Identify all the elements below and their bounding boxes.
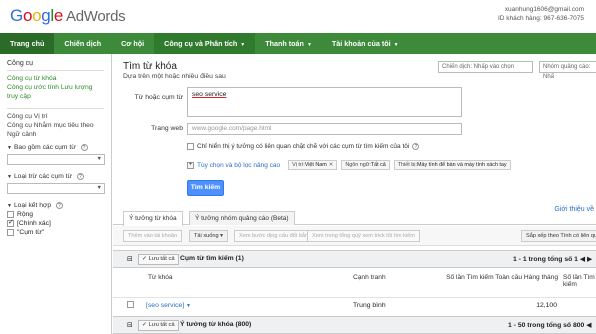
page-subtitle: Dựa trên một hoặc nhiều điều sau <box>123 73 226 80</box>
match-type-phrase[interactable]: "Cụm từ" <box>7 229 104 236</box>
tab-billing[interactable]: Thanh toán ▼ <box>255 33 322 54</box>
page-title: Tìm từ khóa <box>123 61 177 72</box>
row-checkbox[interactable] <box>127 301 137 310</box>
divider <box>7 108 104 109</box>
column-local-searches[interactable]: Số lần Tìm kiếm <box>563 274 596 288</box>
keyword-label: Từ hoặc cụm từ <box>134 94 183 101</box>
results-tabbar: Ý tưởng từ khóa Ý tưởng nhóm quảng cáo (… <box>113 211 596 226</box>
column-competition[interactable]: Cạnh tranh <box>353 274 386 281</box>
match-type-filter[interactable]: ▼ Loại kết hợp ? <box>7 202 104 209</box>
chevron-right-icon[interactable]: ▶ <box>587 256 592 263</box>
account-info: xuanhung1606@gmail.com ID khách hàng: 96… <box>498 5 584 23</box>
tab-home[interactable]: Trang chủ <box>0 33 55 54</box>
competition-value: Trung bình <box>353 302 386 309</box>
download-button[interactable]: Tải xuống ▾ <box>189 230 228 242</box>
advanced-options-row: + Tùy chọn và bộ lọc nâng cao Vị trí:Việ… <box>187 160 515 170</box>
keyword-input[interactable]: seo service <box>187 87 462 117</box>
exclude-terms-filter[interactable]: ▼ Loại trừ các cụm từ ? <box>7 173 104 180</box>
website-input[interactable]: www.google.com/page.html <box>187 123 462 135</box>
collapse-icon[interactable]: ⊟ <box>127 255 133 263</box>
column-global-searches[interactable]: Số lần Tìm kiếm Toàn cầu Hàng tháng <box>443 274 558 281</box>
sidebar-item-contextual-targeting[interactable]: Công cụ Nhắm mục tiêu theo Ngữ cảnh <box>7 121 104 139</box>
expand-plus-icon[interactable]: + <box>187 161 194 169</box>
tab-keyword-ideas[interactable]: Ý tưởng từ khóa <box>123 211 183 226</box>
chevron-down-icon: ▼ <box>96 185 102 191</box>
chevron-left-icon[interactable]: ◀ <box>580 256 585 263</box>
triangle-down-icon: ▼ <box>7 145 12 151</box>
left-sidebar: Công cụ Công cụ từ khóa Công cụ ước tính… <box>0 54 112 334</box>
search-terms-group-header: ⊟ ✓ Lưu tất cả Cụm từ tìm kiếm (1) 1 - 1… <box>113 250 596 268</box>
include-terms-select[interactable]: ▼ <box>7 154 105 165</box>
chevron-left-icon[interactable]: ◀ <box>586 322 591 329</box>
table-column-header: Từ khóa Cạnh tranh Số lần Tìm kiếm Toàn … <box>113 272 596 298</box>
close-icon[interactable]: ✕ <box>329 162 334 168</box>
global-searches-value: 12,100 <box>536 302 557 309</box>
pagination-range: 1 - 50 trong tổng số 800 ◀ <box>508 322 592 329</box>
exclude-terms-select[interactable]: ▼ <box>7 183 105 194</box>
collapse-icon[interactable]: ⊟ <box>127 321 133 329</box>
checkmark-icon: ✓ <box>142 322 147 328</box>
sidebar-item-keyword-tool[interactable]: Công cụ từ khóa <box>7 74 104 83</box>
checkmark-icon: ✓ <box>142 256 147 262</box>
main-nav: Trang chủ Chiến dịch Cơ hội Công cụ và P… <box>0 33 596 54</box>
column-keyword[interactable]: Từ khóa <box>148 274 173 281</box>
help-icon[interactable]: ? <box>76 173 84 180</box>
account-email[interactable]: xuanhung1606@gmail.com <box>498 5 584 14</box>
device-chip[interactable]: Thiết bị:Máy tính để bàn và máy tính xác… <box>393 160 511 170</box>
checkbox[interactable] <box>7 229 14 236</box>
closely-related-option[interactable]: Chỉ hiển thị ý tưởng có liên quan chặt c… <box>187 143 420 150</box>
location-chip[interactable]: Vị trí:Việt Nam ✕ <box>288 160 338 170</box>
sidebar-item-traffic-estimator[interactable]: Công cụ ước tính Lưu lượng truy cập <box>7 83 104 101</box>
view-search-button[interactable]: Xem trong tổng quỹ xem trick tôi tìm kiế… <box>307 230 420 242</box>
chevron-down-icon: ▼ <box>186 303 191 309</box>
campaign-select[interactable]: Chiến dịch: Nhấp vào chọn <box>438 61 533 73</box>
tools-title: Công cụ <box>7 60 34 67</box>
match-type-exact[interactable]: [Chính xác] <box>7 218 104 227</box>
add-to-account-button[interactable]: Thêm vào tài khoản <box>123 230 183 242</box>
checkbox[interactable] <box>7 211 14 218</box>
help-icon[interactable]: ? <box>55 202 63 209</box>
sort-select[interactable]: Sắp xếp theo Tính có liên quan <box>521 230 596 242</box>
google-adwords-logo[interactable]: Google AdWords <box>10 6 126 26</box>
divider <box>7 70 104 71</box>
keyword-ideas-group-header: ⊟ ✓ Lưu tất cả Ý tưởng từ khóa (800) 1 -… <box>113 316 596 334</box>
triangle-down-icon: ▼ <box>7 174 12 180</box>
top-header: Google AdWords xuanhung1606@gmail.com ID … <box>0 0 596 32</box>
match-type-broad[interactable]: Rộng <box>7 211 104 218</box>
table-row: [seo service] ▼ Trung bình 12,100 <box>113 297 596 313</box>
edit-ad-button[interactable]: Xem bước dịng cấu đổi bắn <box>234 230 313 242</box>
save-all-button[interactable]: ✓ Lưu tất cả <box>138 254 179 265</box>
checkbox[interactable] <box>187 143 194 150</box>
chevron-down-icon: ▼ <box>393 42 399 48</box>
main-content: Tìm từ khóa Dựa trên một hoặc nhiều điều… <box>113 54 596 334</box>
pagination-range: 1 - 1 trong tổng số 1 ◀ ▶ <box>513 256 593 263</box>
help-icon[interactable]: ? <box>412 143 420 150</box>
website-label: Trang web <box>151 125 183 132</box>
help-icon[interactable]: ? <box>80 144 88 151</box>
tab-my-account[interactable]: Tài khoản của tôi ▼ <box>322 33 409 54</box>
chevron-down-icon: ▼ <box>96 156 102 162</box>
triangle-down-icon: ▼ <box>7 203 12 209</box>
group-title: Ý tưởng từ khóa (800) <box>180 321 252 328</box>
customer-id: ID khách hàng: 967-636-7075 <box>497 15 584 22</box>
chevron-down-icon: ▼ <box>306 42 312 48</box>
tab-opportunities[interactable]: Cơ hội <box>111 33 154 54</box>
results-toolbar: Thêm vào tài khoản Tải xuống ▾ Xem bước … <box>113 226 596 246</box>
tab-campaigns[interactable]: Chiến dịch <box>54 33 111 54</box>
search-button[interactable]: Tìm kiếm <box>187 180 224 196</box>
chevron-down-icon: ▼ <box>240 42 246 48</box>
chevron-down-icon: ▾ <box>220 233 223 239</box>
group-title: Cụm từ tìm kiếm (1) <box>180 255 244 262</box>
adgroup-select[interactable]: Nhóm quảng cáo: Nhấ <box>539 61 596 80</box>
tab-tools-analysis[interactable]: Công cụ và Phân tích ▼ <box>154 33 256 54</box>
save-all-button[interactable]: ✓ Lưu tất cả <box>138 320 179 331</box>
language-chip[interactable]: Ngôn ngữ:Tất cả <box>341 160 390 170</box>
sidebar-item-placement-tool[interactable]: Công cụ Vị trí <box>7 112 104 121</box>
tab-adgroup-ideas[interactable]: Ý tưởng nhóm quảng cáo (Beta) <box>189 211 295 225</box>
advanced-options-link[interactable]: Tùy chọn và bộ lọc nâng cao <box>197 162 280 169</box>
keyword-link[interactable]: [seo service] ▼ <box>146 302 191 309</box>
checkbox-checked[interactable] <box>7 218 14 227</box>
include-terms-filter[interactable]: ▼ Bao gồm các cụm từ ? <box>7 144 104 151</box>
